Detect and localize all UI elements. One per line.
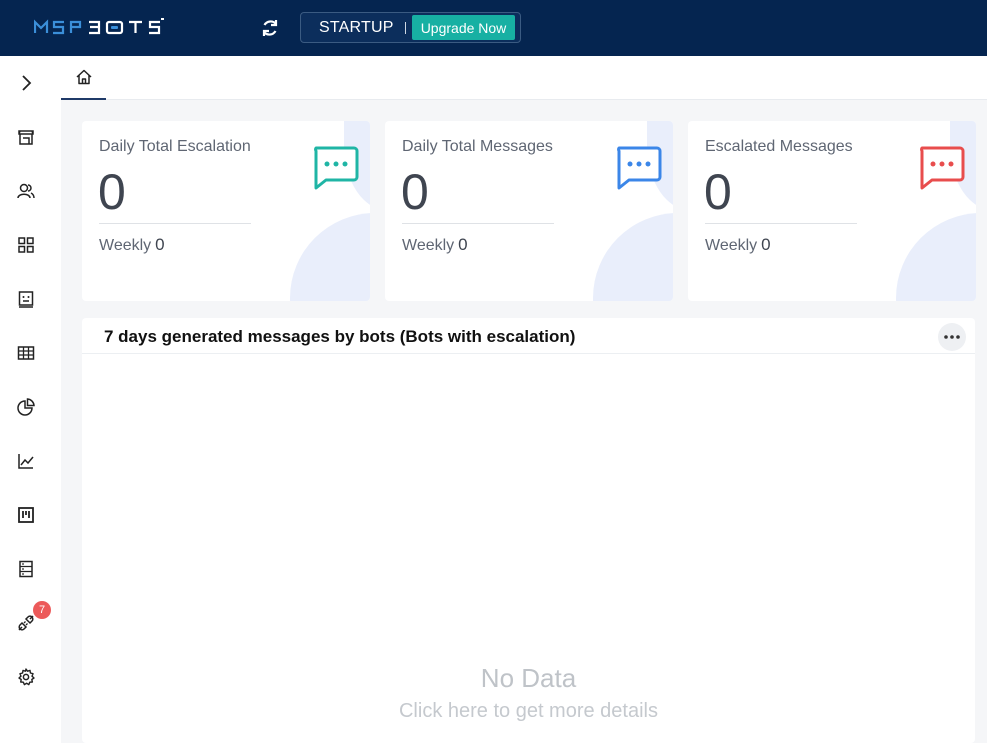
top-bar: STARTUP Upgrade Now [0,0,987,56]
card-weekly: Weekly 0 [402,235,468,255]
weekly-value: 0 [458,235,468,254]
card-weekly: Weekly 0 [99,235,165,255]
board-icon [18,507,34,523]
card-divider [402,223,554,224]
panel-header: 7 days generated messages by bots (Bots … [82,318,975,354]
expand-sidebar-button[interactable] [12,69,40,97]
more-options-button[interactable] [938,323,966,351]
panel-title: 7 days generated messages by bots (Bots … [104,327,576,346]
details-link[interactable]: Click here to get more details [82,700,975,723]
card-decoration [593,213,673,301]
sidebar-item-users[interactable] [12,177,40,205]
card-divider [99,223,251,224]
card-decoration [290,213,370,301]
chevron-right-icon [22,75,32,91]
sidebar: 7 [0,56,61,743]
card-decoration [896,213,976,301]
bot-icon [18,291,34,308]
chat-bubble-icon [920,146,965,190]
grid-icon [18,237,34,253]
sidebar-item-reports[interactable] [12,447,40,475]
weekly-value: 0 [761,235,771,254]
chat-bubble-icon [314,146,359,190]
upgrade-now-button[interactable]: Upgrade Now [412,15,515,40]
weekly-label: Weekly [99,237,152,254]
plan-divider [405,21,406,34]
card-divider [705,223,857,224]
chat-bubble-icon [617,146,662,190]
card-title: Daily Total Messages [402,138,553,155]
mspbots-logo[interactable] [34,15,204,39]
line-chart-icon [18,454,34,469]
plan-box: STARTUP Upgrade Now [300,12,521,43]
card-value: 0 [704,164,732,220]
tab-home[interactable] [61,56,106,100]
stat-card-escalated-messages[interactable]: Escalated Messages 0 Weekly 0 [688,121,976,301]
stat-card-daily-total-escalation[interactable]: Daily Total Escalation 0 Weekly 0 [82,121,370,301]
ellipsis-icon [944,335,960,339]
gear-icon [18,668,35,686]
no-data-text: No Data [480,663,577,693]
plug-icon [18,615,34,631]
sidebar-item-datasets[interactable] [12,339,40,367]
integrations-count-badge: 7 [33,601,51,619]
sidebar-item-servers[interactable] [12,555,40,583]
users-icon [17,183,35,199]
card-title: Escalated Messages [705,138,853,155]
stat-card-daily-total-messages[interactable]: Daily Total Messages 0 Weekly 0 [385,121,673,301]
store-icon [18,130,34,145]
plan-name: STARTUP [319,18,394,36]
sync-icon[interactable] [258,16,282,40]
sidebar-item-widgets[interactable] [12,393,40,421]
sidebar-item-store[interactable] [12,123,40,151]
card-weekly: Weekly 0 [705,235,771,255]
tab-strip [61,56,987,100]
pie-chart-icon [17,398,35,416]
card-title: Daily Total Escalation [99,138,251,155]
sidebar-item-settings[interactable] [12,663,40,691]
sidebar-item-boards[interactable] [12,501,40,529]
card-value: 0 [98,164,126,220]
table-icon [17,346,35,360]
sidebar-item-dashboards[interactable] [12,231,40,259]
bot-messages-panel: 7 days generated messages by bots (Bots … [82,318,975,743]
weekly-label: Weekly [402,237,455,254]
weekly-value: 0 [155,235,165,254]
weekly-label: Weekly [705,237,758,254]
card-value: 0 [401,164,429,220]
sidebar-item-bots[interactable] [12,285,40,313]
server-icon [19,560,33,578]
home-icon [75,69,92,85]
